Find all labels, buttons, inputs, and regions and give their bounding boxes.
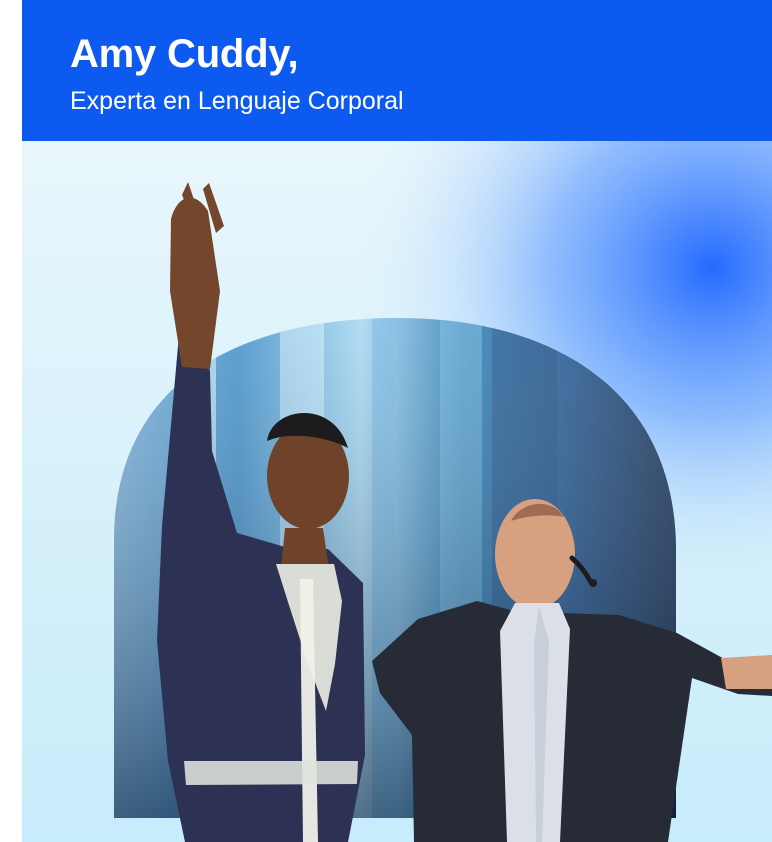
page: Amy Cuddy, Experta en Lenguaje Corporal — [0, 0, 772, 842]
speaker-role: Experta en Lenguaje Corporal — [70, 87, 404, 115]
hero-illustration — [22, 141, 772, 842]
card-header: Amy Cuddy, Experta en Lenguaje Corporal — [22, 0, 772, 141]
speaker-name: Amy Cuddy, — [70, 32, 299, 76]
speaker-card: Amy Cuddy, Experta en Lenguaje Corporal — [22, 0, 772, 842]
hero-section — [22, 141, 772, 842]
